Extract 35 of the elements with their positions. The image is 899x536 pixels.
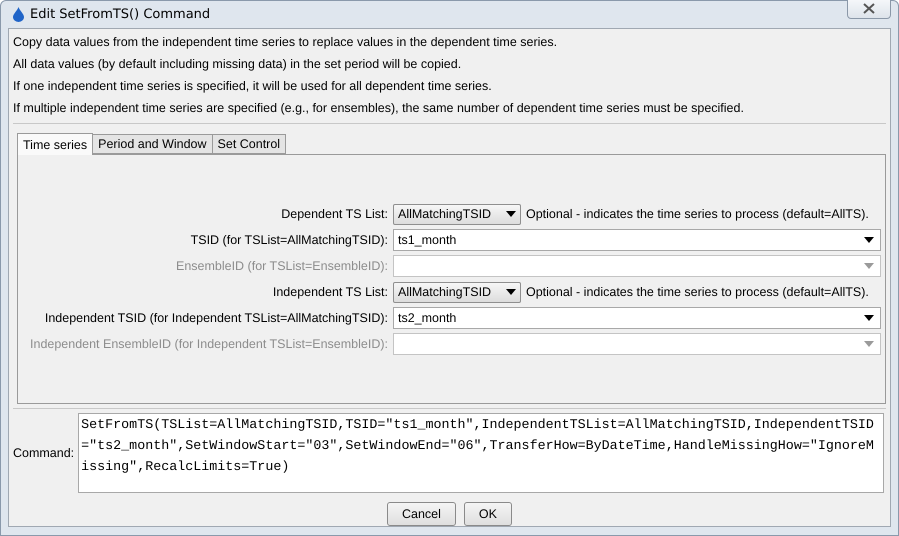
- field-label: Independent TSID (for Independent TSList=AllMatchingTSID):: [44, 311, 388, 325]
- combo-box[interactable]: ts2_month: [393, 307, 881, 329]
- list-dropdown[interactable]: AllMatchingTSID: [393, 282, 521, 302]
- field-label: TSID (for TSList=AllMatchingTSID):: [190, 233, 388, 247]
- field-label: Independent TS List:: [272, 285, 388, 299]
- window-title: Edit SetFromTS() Command: [30, 7, 210, 22]
- field-label: Dependent TS List:: [280, 207, 388, 221]
- tab[interactable]: Set Control: [212, 134, 286, 154]
- tab[interactable]: Period and Window: [92, 134, 213, 154]
- hint-text: Optional - indicates the time series to process (default=AllTS).: [526, 285, 869, 299]
- field-label: EnsembleID (for TSList=EnsembleID):: [175, 259, 388, 273]
- dialog-button[interactable]: Cancel: [387, 502, 456, 526]
- dropdown-arrow-icon: [506, 289, 516, 295]
- dialog-button[interactable]: OK: [464, 502, 512, 526]
- tab[interactable]: Time series: [17, 133, 94, 155]
- hint-text: Optional - indicates the time series to process (default=AllTS).: [526, 207, 869, 221]
- dropdown-arrow-icon: [864, 263, 874, 269]
- dropdown-arrow-icon: [864, 341, 874, 347]
- field-label: Independent EnsembleID (for Independent TSList=EnsembleID):: [29, 337, 388, 351]
- description-text: If multiple independent time series are specified (e.g., for ensembles), the same number of dependent time series must be specified.: [13, 100, 745, 117]
- dropdown-arrow-icon: [864, 237, 874, 243]
- water-drop-icon: [13, 7, 24, 22]
- dropdown-arrow-icon: [864, 315, 874, 321]
- dropdown-arrow-icon: [506, 211, 516, 217]
- combo-box[interactable]: [393, 255, 881, 277]
- combo-box[interactable]: [393, 333, 881, 355]
- command-label: Command:: [13, 446, 74, 460]
- description-text: If one independent time series is specified, it will be used for all dependent time series.: [13, 78, 493, 95]
- list-dropdown[interactable]: AllMatchingTSID: [393, 204, 521, 224]
- combo-box[interactable]: ts1_month: [393, 229, 881, 251]
- description-text: Copy data values from the independent time series to replace values in the dependent time series.: [13, 34, 558, 51]
- description-text: All data values (by default including missing data) in the set period will be copied.: [13, 56, 462, 73]
- command-text-area[interactable]: SetFromTS(TSList=AllMatchingTSID,TSID="ts1_month",IndependentTSList=AllMatchingTSID,IndependentTSID="ts2_month",SetWindowStart="03",SetWindowEnd="06",TransferHow=ByDateTime,HandleMissingHow="IgnoreMissing",RecalcLimits=True): [78, 413, 884, 493]
- close-button[interactable]: [847, 0, 891, 18]
- close-icon: [863, 3, 875, 14]
